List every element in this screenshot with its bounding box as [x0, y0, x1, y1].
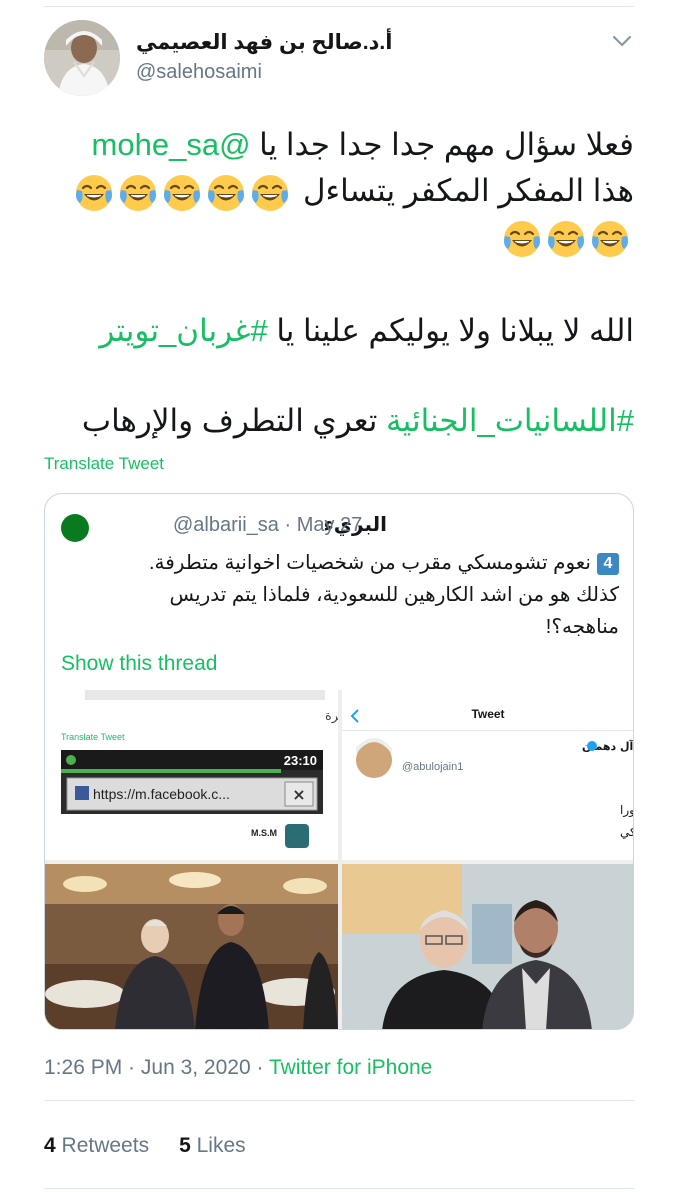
face-with-tears-of-joy-icon [162, 173, 202, 213]
tweet-source-link[interactable]: Twitter for iPhone [269, 1056, 432, 1079]
quoted-handle[interactable]: @albarii_sa [173, 514, 279, 536]
face-with-tears-of-joy-icon [206, 173, 246, 213]
quoted-line-1: 4 نعوم تشومسكي مقرب من شخصيات اخوانية متط… [61, 548, 619, 578]
phone-clock: 23:10 [284, 753, 317, 768]
svg-text:×: × [292, 785, 305, 804]
tweet-stats: 4 Retweets 5 Likes [44, 1134, 246, 1158]
divider [44, 1100, 634, 1101]
meta-separator: · [122, 1056, 141, 1079]
top-divider [44, 6, 634, 7]
hashtag-link[interactable]: #غربان_تويتر [99, 313, 267, 348]
face-with-tears-of-joy-icon [118, 173, 158, 213]
media-image-3[interactable] [45, 864, 338, 1029]
tweet-line-5: #اللسانيات_الجنائية تعري التطرف والإرهاب [44, 396, 634, 446]
emoji-row [502, 219, 634, 257]
meta-separator: · [250, 1056, 269, 1079]
tweet-text-segment: الله لا يبلانا ولا يوليكم علينا يا [267, 313, 634, 348]
tweet-timestamp: 1:26 PM · Jun 3, 2020 · Twitter for iPho… [44, 1056, 432, 1080]
media-image-1[interactable]: الأخيرة Translate Tweet 23:10 https://m.… [45, 690, 338, 860]
tweet-time[interactable]: 1:26 PM [44, 1056, 122, 1079]
screenshot-text-1: شيء مخجل أن تجد عالما و بروفيسورا [620, 802, 634, 818]
tweet-text-segment: تعري التطرف والإرهاب [81, 403, 386, 438]
retweets-label: Retweets [61, 1134, 150, 1157]
tweet-screenshot-image: Tweet أبو لجين إبراهيم آل دهمان @abuloja… [342, 690, 634, 860]
tweet-line-1: فعلا سؤال مهم جدا جدا جدا يا @mohe_sa [44, 120, 634, 170]
retweets-stat[interactable]: 4 Retweets [44, 1134, 149, 1157]
show-thread-link[interactable]: Show this thread [61, 652, 217, 676]
quoted-text: نعوم تشومسكي مقرب من شخصيات اخوانية متطر… [148, 552, 591, 574]
tweet-line-3 [44, 212, 634, 262]
quoted-meta: @albarii_sa · May 27 [173, 514, 362, 537]
keycap-number-icon: 4 [597, 552, 619, 575]
face-with-tears-of-joy-icon [590, 219, 630, 259]
portrait-photo [342, 864, 633, 1029]
face-with-tears-of-joy-icon [546, 219, 586, 259]
likes-count: 5 [179, 1134, 191, 1157]
quoted-date[interactable]: May 27 [297, 514, 363, 536]
emoji-row [74, 173, 294, 211]
author-handle[interactable]: @salehosaimi [136, 61, 262, 84]
face-with-tears-of-joy-icon [74, 173, 114, 213]
quoted-line-2: كذلك هو من اشد الكارهين للسعودية، فلماذا… [169, 584, 620, 606]
divider [44, 1188, 634, 1189]
screenshot-caption: الأخيرة [325, 707, 338, 724]
face-with-tears-of-joy-icon [502, 219, 542, 259]
facebook-screenshot-image: الأخيرة Translate Tweet 23:10 https://m.… [45, 690, 338, 860]
quoted-avatar[interactable] [61, 514, 89, 542]
tweet-date[interactable]: Jun 3, 2020 [141, 1056, 251, 1079]
page-name: M.S.M [251, 828, 277, 838]
screenshot-text-2: كبيرا مثل نعوم تشومسكي و هو الأمريكي [620, 824, 634, 840]
quoted-media-grid: الأخيرة Translate Tweet 23:10 https://m.… [45, 690, 634, 1029]
quoted-tweet[interactable]: البريء @albarii_sa · May 27 4نعوم تشومسك… [44, 493, 634, 1030]
media-image-4[interactable] [342, 864, 633, 1029]
screenshot-translate: Translate Tweet [61, 732, 125, 742]
event-photo [45, 864, 338, 1029]
likes-label: Likes [196, 1134, 246, 1157]
face-with-tears-of-joy-icon [250, 173, 290, 213]
tweet-line-2: هذا المفكر المكفر يتساءل [44, 166, 634, 216]
tweet-line-4: الله لا يبلانا ولا يوليكم علينا يا #غربا… [44, 306, 634, 356]
mention-link[interactable]: @mohe_sa [92, 127, 251, 162]
media-image-2[interactable]: Tweet أبو لجين إبراهيم آل دهمان @abuloja… [342, 690, 634, 860]
author-avatar[interactable] [44, 20, 120, 96]
screenshot-handle: @abulojain1 [402, 761, 463, 773]
meta-separator: · [284, 514, 292, 536]
tweet-text-segment: فعلا سؤال مهم جدا جدا جدا يا [250, 127, 634, 162]
hashtag-link[interactable]: #اللسانيات_الجنائية [386, 403, 634, 438]
translate-tweet-link[interactable]: Translate Tweet [44, 454, 164, 474]
tweet-text-segment: هذا المفكر المكفر يتساءل [294, 173, 634, 208]
quoted-line-3: مناهجه؟! [545, 616, 619, 638]
retweets-count: 4 [44, 1134, 56, 1157]
chevron-down-icon[interactable] [610, 32, 634, 50]
tweet-header: أ.د.صالح بن فهد العصيمي @salehosaimi [44, 20, 634, 98]
screenshot-header: Tweet [471, 707, 504, 721]
author-name[interactable]: أ.د.صالح بن فهد العصيمي [136, 30, 392, 55]
likes-stat[interactable]: 5 Likes [179, 1134, 246, 1157]
screenshot-url: https://m.facebook.c... [93, 786, 230, 802]
